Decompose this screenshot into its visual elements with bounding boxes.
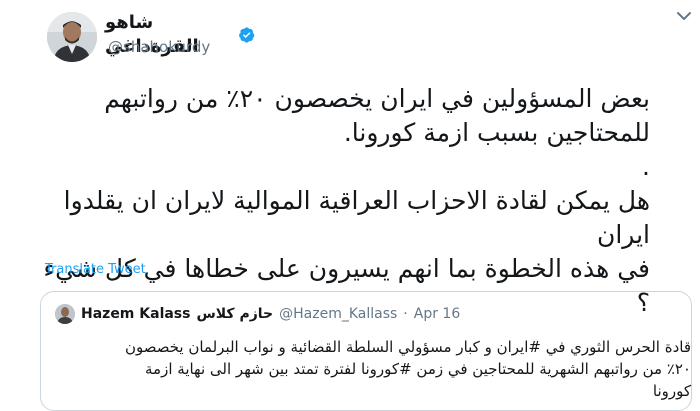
quoted-tweet[interactable]: Hazem Kalass حازم كلاس @Hazem_Kallass · …	[40, 291, 692, 411]
tweet-text-line: هل يمكن لقادة الاحزاب العراقية الموالية …	[63, 186, 650, 249]
quoted-tweet-text: قادة الحرس الثوري في #ايران و كبار مسؤول…	[51, 336, 691, 402]
avatar[interactable]	[47, 12, 97, 62]
quoted-date: Apr 16	[413, 306, 461, 322]
tweet-text: بعض المسؤولين في ايران يخصصون ٢٠٪ من روا…	[40, 82, 650, 320]
quoted-handle: @Hazem_Kallass	[279, 306, 398, 322]
quoted-text-line: ٢٠٪ من رواتبهم الشهرية للمحتاجين في زمن …	[145, 360, 691, 378]
tweet-text-line: .	[642, 152, 650, 181]
tweet-text-line: للمحتاجين بسبب ازمة كورونا.	[343, 118, 650, 147]
author-handle[interactable]: @shahokurdy	[108, 37, 210, 57]
tweet-text-line: بعض المسؤولين في ايران يخصصون ٢٠٪ من روا…	[104, 84, 650, 113]
quoted-text-line: قادة الحرس الثوري في #ايران و كبار مسؤول…	[124, 338, 691, 356]
avatar-photo	[47, 12, 97, 62]
translate-tweet-link[interactable]: Translate Tweet	[45, 262, 146, 277]
quoted-avatar-photo	[55, 304, 75, 324]
quoted-name-en: Hazem Kalass	[81, 306, 191, 322]
quoted-tweet-header: Hazem Kalass حازم كلاس @Hazem_Kallass · …	[55, 304, 460, 324]
verified-badge-icon	[238, 27, 254, 43]
quoted-name-ar: حازم كلاس	[196, 306, 274, 322]
quoted-separator: ·	[403, 306, 408, 322]
quoted-avatar	[55, 304, 75, 324]
quoted-text-line: كورونا	[652, 382, 691, 400]
chevron-down-icon[interactable]	[674, 8, 694, 24]
